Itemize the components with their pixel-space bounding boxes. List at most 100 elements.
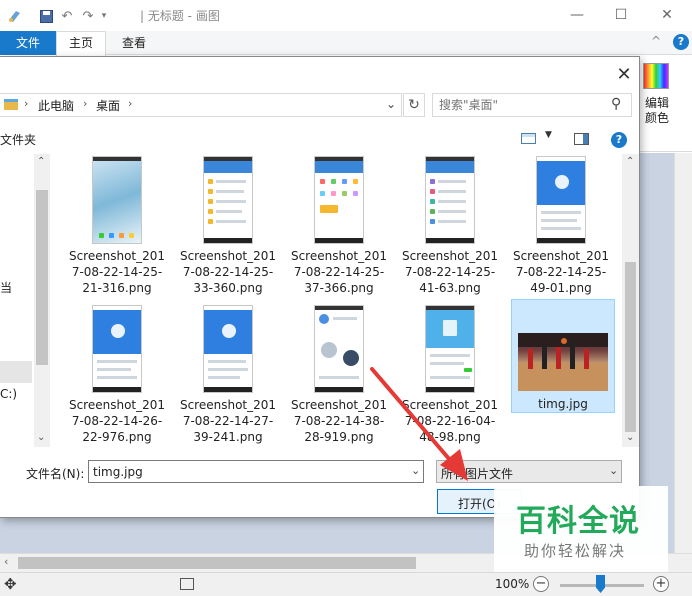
file-name-line: Screenshot_201 — [401, 249, 499, 263]
new-folder-button[interactable]: 文件夹 — [0, 131, 36, 148]
close-button[interactable]: ✕ — [652, 4, 682, 26]
nav-item[interactable]: C:) — [0, 387, 17, 401]
banner — [320, 205, 338, 213]
minimize-button[interactable]: — — [562, 4, 592, 26]
file-item[interactable]: Screenshot_201 7-08-22-14-25- 21-316.png — [64, 156, 170, 300]
nav-item[interactable]: 当 — [0, 279, 12, 296]
phone-status-bar — [315, 306, 363, 310]
search-icon[interactable]: ⚲ — [611, 96, 621, 112]
ribbon-tabs: 文件 主页 查看 ^ ? — [0, 31, 692, 56]
file-name-line: 7-08-22-14-26- — [71, 414, 163, 428]
file-name-line: 7-08-22-14-25- — [515, 265, 607, 279]
chevron-down-icon[interactable]: ⌄ — [609, 464, 618, 477]
file-item[interactable]: Screenshot_201 7-08-22-14-25- 49-01.png — [508, 156, 614, 300]
nav-item-selected[interactable] — [0, 361, 32, 383]
file-name-line: 37-366.png — [304, 281, 374, 295]
breadcrumb-desktop[interactable]: 桌面 — [96, 97, 120, 114]
scroll-left-icon[interactable]: ‹ — [4, 555, 8, 568]
list-row — [438, 190, 466, 193]
list-row — [333, 317, 357, 320]
scroll-down-icon[interactable]: ⌄ — [626, 432, 634, 443]
zoom-in-button[interactable]: + — [653, 576, 669, 592]
ribbon-collapse-icon[interactable]: ^ — [651, 34, 661, 48]
list-row — [97, 368, 131, 371]
tab-home[interactable]: 主页 — [56, 31, 106, 56]
chevron-right-icon[interactable]: › — [83, 97, 87, 110]
paint-app-icon[interactable] — [6, 7, 24, 25]
dialog-close-button[interactable]: ✕ — [614, 65, 634, 85]
file-name: timg.jpg — [538, 397, 588, 411]
scroll-down-icon[interactable]: ⌄ — [37, 432, 45, 443]
canvas-vertical-scrollbar[interactable] — [674, 153, 692, 553]
edit-colors-icon[interactable] — [643, 63, 669, 89]
view-dropdown-icon[interactable]: ▼ — [545, 130, 552, 140]
app-icon — [430, 219, 435, 224]
file-name-line: 41-63.png — [419, 281, 481, 295]
file-name-line: 21-316.png — [82, 281, 152, 295]
search-input[interactable] — [439, 97, 599, 113]
file-item[interactable]: Screenshot_201 7-08-22-14-25- 33-360.png — [175, 156, 281, 300]
list-row — [438, 200, 466, 203]
nav-scrollbar[interactable]: ⌃ ⌄ — [34, 154, 50, 447]
scroll-thumb[interactable] — [36, 190, 48, 365]
phone-nav-bar — [93, 387, 141, 392]
scroll-thumb[interactable] — [18, 557, 416, 569]
file-thumbnail — [92, 305, 142, 393]
app-icon — [430, 209, 435, 214]
app-icon — [119, 233, 124, 238]
scroll-up-icon[interactable]: ⌃ — [626, 156, 634, 167]
file-item[interactable]: Screenshot_201 7-08-22-14-25- 41-63.png — [397, 156, 503, 300]
scroll-thumb[interactable] — [625, 262, 636, 432]
folder-icon — [208, 199, 213, 204]
tab-file[interactable]: 文件 — [0, 31, 56, 55]
zoom-out-button[interactable]: − — [533, 576, 549, 592]
phone-nav-bar — [204, 238, 252, 243]
chevron-down-icon[interactable]: ⌄ — [386, 97, 396, 111]
list-row — [430, 354, 470, 357]
redo-icon[interactable]: ↷ — [80, 7, 96, 25]
file-name: Screenshot_201 7-08-22-14-25- 41-63.png — [397, 248, 503, 296]
phone-nav-bar — [537, 238, 585, 243]
list-row — [216, 200, 246, 203]
scroll-up-icon[interactable]: ⌃ — [37, 156, 45, 167]
preview-pane-icon[interactable] — [574, 133, 589, 145]
filename-input[interactable] — [93, 464, 393, 480]
file-thumbnail — [536, 156, 586, 244]
file-name: Screenshot_201 7-08-22-14-26- 22-976.png — [64, 397, 170, 445]
avatar — [111, 324, 125, 338]
undo-icon[interactable]: ↶ — [59, 7, 75, 25]
file-item[interactable]: Screenshot_201 7-08-22-14-27- 39-241.png — [175, 305, 281, 447]
breadcrumb-this-pc[interactable]: 此电脑 — [38, 97, 74, 114]
filename-label: 文件名(N): — [26, 467, 85, 481]
list-row — [216, 210, 242, 213]
address-bar[interactable]: › 此电脑 › 桌面 › ⌄ — [0, 93, 402, 117]
file-item[interactable]: Screenshot_201 7-08-22-14-25- 37-366.png — [286, 156, 392, 300]
edit-colors-label[interactable]: 编辑颜色 — [640, 96, 674, 126]
app-icon — [430, 179, 435, 184]
file-name-line: 49-01.png — [530, 281, 592, 295]
folder-icon — [208, 209, 213, 214]
app-icon — [129, 233, 134, 238]
tab-view[interactable]: 查看 — [112, 31, 156, 55]
file-name: Screenshot_201 7-08-22-14-25- 33-360.png — [175, 248, 281, 296]
search-box[interactable]: ⚲ — [432, 93, 632, 117]
customize-toolbar-icon[interactable]: ▾ — [99, 7, 109, 25]
phone-nav-bar — [315, 387, 363, 392]
phone-header — [204, 161, 252, 173]
change-view-icon[interactable] — [521, 133, 536, 144]
help-icon[interactable]: ? — [611, 132, 627, 148]
file-list-scrollbar[interactable]: ⌃ ⌄ — [622, 154, 639, 447]
cursor-position-icon: ✥ — [4, 575, 17, 593]
help-icon[interactable]: ? — [673, 34, 689, 50]
zoom-slider-thumb[interactable] — [596, 575, 605, 593]
phone-header — [426, 161, 474, 173]
watermark-title: 百科全说 — [516, 504, 640, 539]
save-icon[interactable] — [38, 7, 54, 25]
maximize-button[interactable]: ☐ — [606, 4, 636, 26]
avatar — [319, 314, 329, 324]
chevron-right-icon[interactable]: › — [128, 97, 132, 110]
window-title: | 无标题 - 画图 — [140, 9, 220, 23]
file-item[interactable]: Screenshot_201 7-08-22-14-26- 22-976.png — [64, 305, 170, 447]
refresh-icon[interactable]: ↻ — [403, 93, 425, 117]
chevron-right-icon[interactable]: › — [24, 97, 28, 110]
